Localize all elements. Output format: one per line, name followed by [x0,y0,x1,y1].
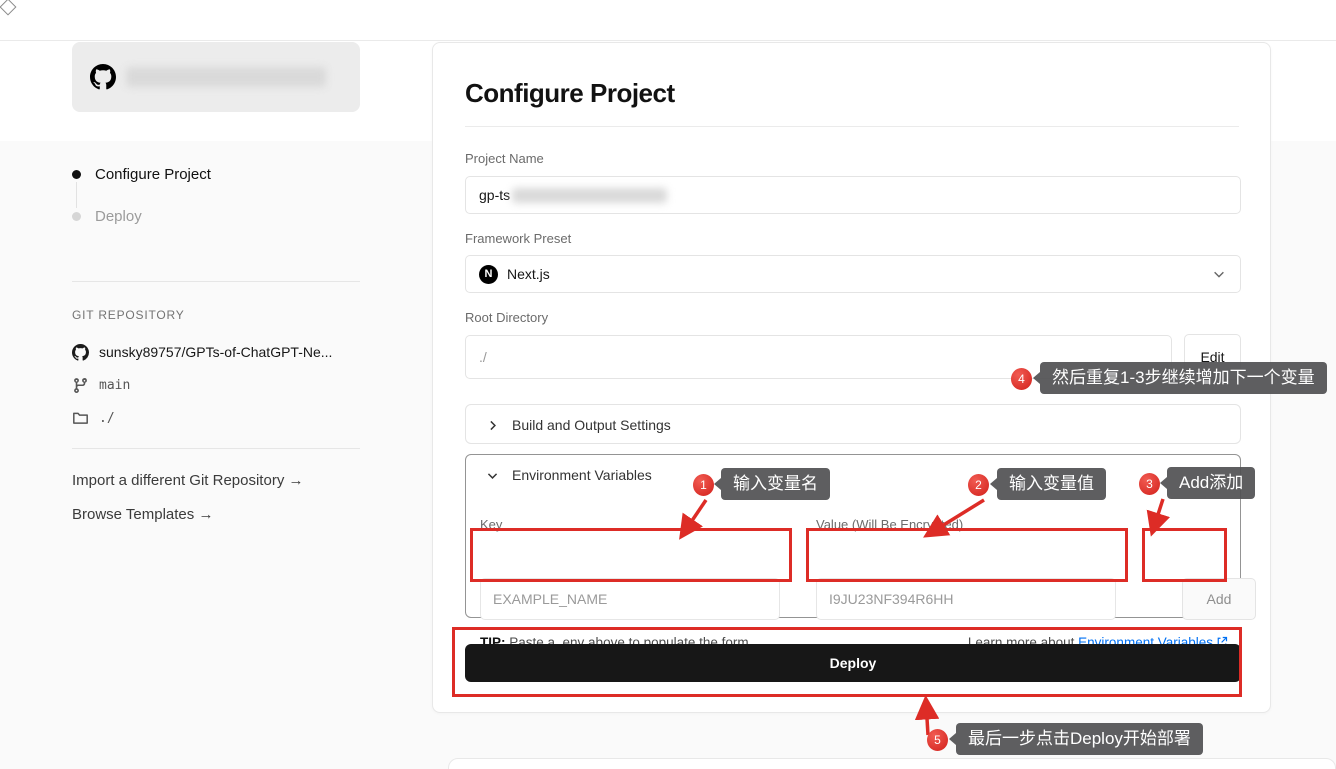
repo-name: sunsky89757/GPTs-of-ChatGPT-Ne... [99,344,332,360]
annotation-tooltip-3: Add添加 [1167,467,1255,499]
annotation-badge-4: 4 [1011,368,1032,390]
root-dir-value: ./ [99,411,115,426]
sidebar-links: Import a different Git Repository → Brow… [72,472,303,540]
annotation-badge-5: 5 [927,729,948,751]
chevron-down-icon [486,469,499,482]
project-name-value: gp-ts [479,187,510,203]
step-connector [76,182,77,208]
github-icon [72,344,89,361]
git-repository-section: GIT REPOSITORY sunsky89757/GPTs-of-ChatG… [72,308,332,441]
annotation-tooltip-5: 最后一步点击Deploy开始部署 [956,723,1203,755]
root-dir-row: ./ [72,408,332,428]
environment-variables-box: Environment Variables Key Value (Will Be… [465,454,1241,618]
chevron-right-icon [486,419,499,432]
sidebar-divider [72,448,360,449]
framework-value: Next.js [507,266,550,282]
git-repository-heading: GIT REPOSITORY [72,308,332,322]
add-env-var-button[interactable]: Add [1182,578,1256,620]
framework-preset-select[interactable]: N Next.js [465,255,1241,293]
topbar-divider [0,40,1336,41]
annotation-badge-3: 3 [1139,473,1160,495]
environment-variables-toggle[interactable]: Environment Variables [466,455,1240,495]
page: Configure Project Deploy GIT REPOSITORY … [0,0,1336,769]
step-dot-active [72,170,81,179]
env-value-input[interactable] [816,578,1116,620]
environment-variables-label: Environment Variables [512,467,652,483]
step-dot-future [72,212,81,221]
branch-row: main [72,375,332,395]
step-configure-project: Configure Project [72,160,211,188]
step-deploy: Deploy [72,202,211,230]
build-output-settings-box: Build and Output Settings [465,404,1241,444]
project-name-label: Project Name [465,151,544,166]
folder-icon [72,410,89,427]
redacted-project-name [512,188,667,203]
step-label: Configure Project [95,166,211,183]
env-value-label: Value (Will Be Encrypted) [816,517,963,532]
annotation-badge-1: 1 [693,474,714,496]
annotation-badge-2: 2 [968,474,989,496]
annotation-tooltip-4: 然后重复1-3步继续增加下一个变量 [1040,362,1327,394]
framework-preset-label: Framework Preset [465,231,571,246]
root-directory-value: ./ [479,349,487,365]
step-label: Deploy [95,208,142,225]
redacted-repo-name [126,67,326,87]
page-title: Configure Project [465,78,675,109]
nextjs-icon: N [479,265,498,284]
branch-name: main [99,378,130,393]
build-output-settings-label: Build and Output Settings [512,417,671,433]
env-key-label: Key [480,517,502,532]
title-divider [465,126,1239,127]
next-section-card [448,758,1336,769]
browse-templates-link[interactable]: Browse Templates → [72,506,303,523]
annotation-tooltip-1: 输入变量名 [721,468,830,500]
git-branch-icon [72,377,89,394]
build-output-settings-toggle[interactable]: Build and Output Settings [466,405,1240,445]
github-icon [90,64,116,90]
sidebar-divider [72,281,360,282]
env-key-input[interactable] [480,578,780,620]
chevron-down-icon [1212,267,1226,281]
selected-repo-card [72,42,360,112]
corner-glyph-icon [0,0,16,15]
project-name-input[interactable]: gp-ts [465,176,1241,214]
repo-row: sunsky89757/GPTs-of-ChatGPT-Ne... [72,342,332,362]
wizard-steps: Configure Project Deploy [72,160,211,230]
deploy-button[interactable]: Deploy [465,644,1241,682]
import-different-repo-link[interactable]: Import a different Git Repository → [72,472,303,489]
root-directory-label: Root Directory [465,310,548,325]
annotation-tooltip-2: 输入变量值 [997,468,1106,500]
